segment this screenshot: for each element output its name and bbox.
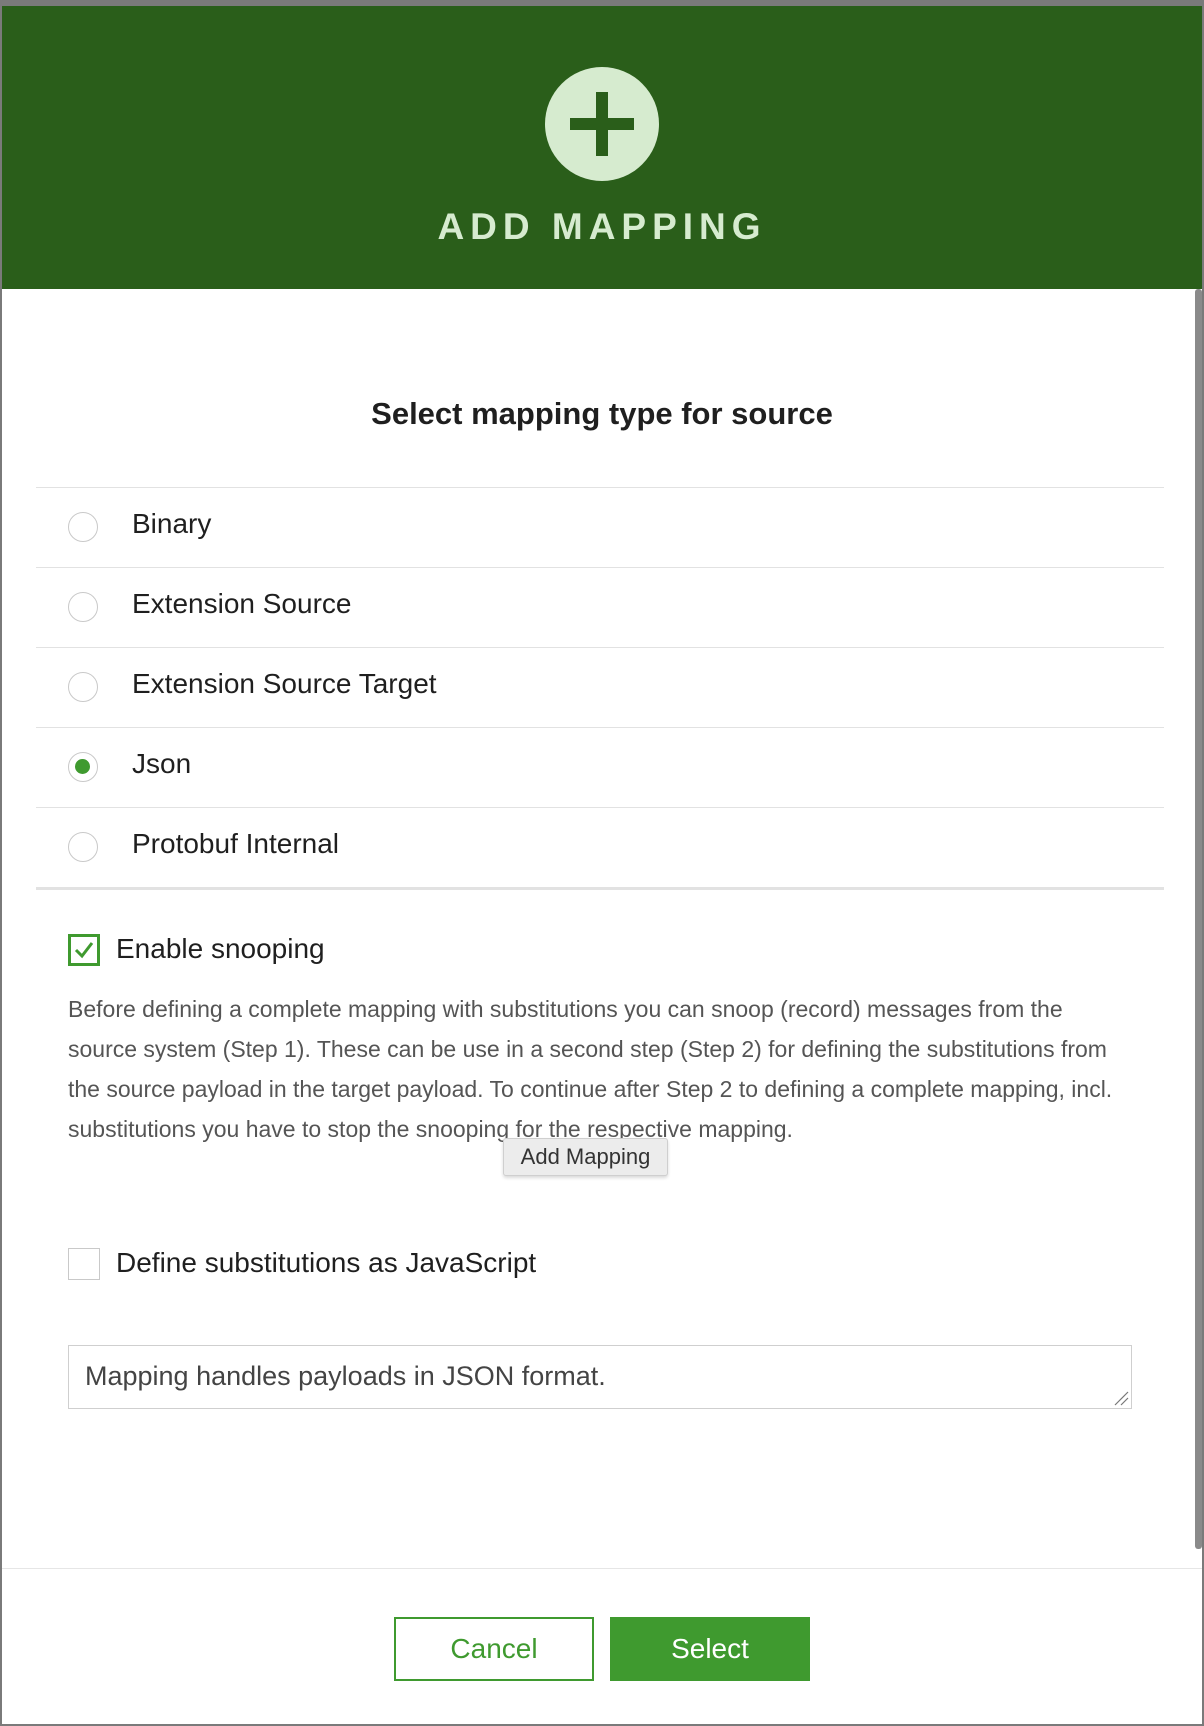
option-label: Json <box>132 748 192 779</box>
option-label: Protobuf Internal <box>132 828 340 859</box>
select-button[interactable]: Select <box>610 1617 810 1681</box>
radio-button-selected[interactable] <box>68 752 98 782</box>
add-mapping-modal: ADD MAPPING Select mapping type for sour… <box>2 6 1202 1724</box>
option-label: Extension Source Target <box>132 668 437 699</box>
section-title: Select mapping type for source <box>371 396 833 431</box>
javascript-checkbox[interactable] <box>68 1248 100 1280</box>
plus-icon <box>545 67 659 181</box>
mapping-type-option-protobuf-internal[interactable]: Protobuf Internal <box>36 807 1164 890</box>
tooltip: Add Mapping <box>503 1138 668 1176</box>
modal-header: ADD MAPPING <box>2 6 1202 289</box>
mapping-description-textarea[interactable]: Mapping handles payloads in JSON format. <box>68 1345 1132 1409</box>
javascript-label: Define substitutions as JavaScript <box>116 1247 537 1278</box>
mapping-type-option-extension-source[interactable]: Extension Source <box>36 567 1164 647</box>
modal-title: ADD MAPPING <box>437 206 767 247</box>
enable-snooping-label: Enable snooping <box>116 933 325 964</box>
radio-button[interactable] <box>68 592 98 622</box>
check-icon <box>74 942 94 959</box>
mapping-type-option-json[interactable]: Json <box>36 727 1164 807</box>
modal-footer: Cancel Select <box>2 1568 1202 1724</box>
option-label: Binary <box>132 508 212 539</box>
description-text: Mapping handles payloads in JSON format. <box>85 1361 606 1391</box>
option-label: Extension Source <box>132 588 352 619</box>
scrollbar[interactable] <box>1195 289 1202 1549</box>
radio-button[interactable] <box>68 672 98 702</box>
radio-button[interactable] <box>68 512 98 542</box>
snooping-help-text: Before defining a complete mapping with … <box>68 996 1113 1142</box>
enable-snooping-checkbox[interactable] <box>68 934 100 966</box>
mapping-type-list: Binary Extension Source Extension Source… <box>36 487 1164 890</box>
radio-button[interactable] <box>68 832 98 862</box>
mapping-type-option-extension-source-target[interactable]: Extension Source Target <box>36 647 1164 727</box>
resize-handle-icon[interactable] <box>1113 1390 1129 1406</box>
mapping-type-option-binary[interactable]: Binary <box>36 487 1164 567</box>
cancel-button[interactable]: Cancel <box>394 1617 594 1681</box>
